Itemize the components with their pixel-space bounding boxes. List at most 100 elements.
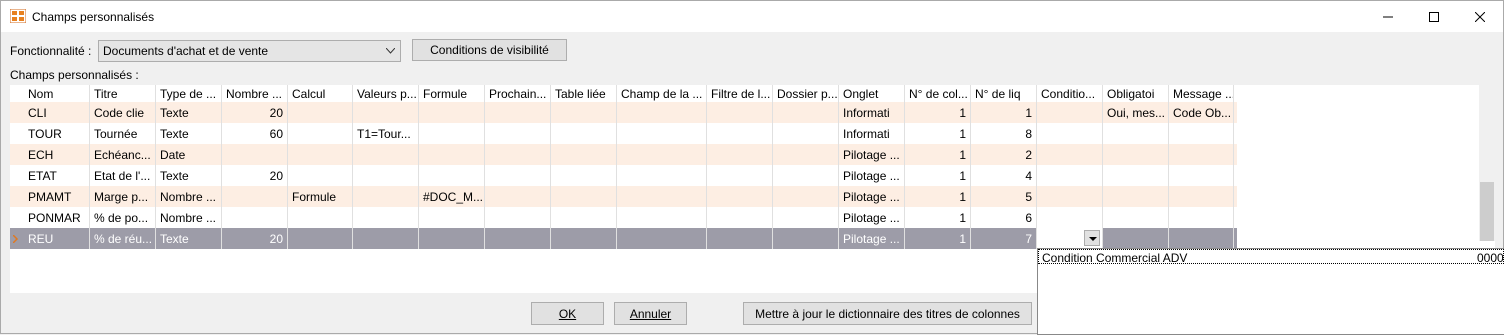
table-cell[interactable] [707, 186, 773, 207]
table-cell[interactable]: PMAMT [24, 186, 90, 207]
vertical-scrollbar[interactable] [1479, 85, 1495, 241]
table-cell[interactable]: 60 [222, 123, 288, 144]
table-cell[interactable] [485, 102, 551, 123]
table-cell[interactable]: 1 [971, 102, 1037, 123]
table-cell[interactable] [773, 207, 839, 228]
table-cell[interactable] [419, 102, 485, 123]
table-cell[interactable] [353, 228, 419, 249]
table-cell[interactable] [419, 144, 485, 165]
table-cell[interactable] [1037, 102, 1103, 123]
table-cell[interactable] [1169, 207, 1234, 228]
table-cell[interactable] [773, 102, 839, 123]
table-cell[interactable] [485, 123, 551, 144]
table-cell[interactable] [1103, 186, 1169, 207]
table-cell[interactable]: Texte [156, 165, 222, 186]
table-cell[interactable]: Pilotage ... [839, 144, 905, 165]
table-cell[interactable] [419, 165, 485, 186]
table-cell[interactable] [353, 102, 419, 123]
table-cell[interactable] [1103, 123, 1169, 144]
table-cell[interactable] [419, 207, 485, 228]
column-header[interactable]: Calcul [288, 85, 353, 102]
table-cell[interactable]: Code Ob... [1169, 102, 1234, 123]
table-cell[interactable] [288, 228, 353, 249]
column-header[interactable]: Champ de la ... [617, 85, 707, 102]
table-cell[interactable] [353, 165, 419, 186]
table-cell[interactable] [707, 102, 773, 123]
table-cell[interactable] [1103, 207, 1169, 228]
table-cell[interactable] [222, 186, 288, 207]
table-cell[interactable]: 8 [971, 123, 1037, 144]
column-header[interactable]: Valeurs p... [353, 85, 419, 102]
ok-button[interactable]: OK [531, 302, 604, 325]
table-cell[interactable]: 4 [971, 165, 1037, 186]
table-cell[interactable]: Code clie [90, 102, 156, 123]
close-icon[interactable] [1457, 1, 1503, 32]
table-cell[interactable] [551, 144, 617, 165]
table-cell[interactable] [707, 165, 773, 186]
table-cell[interactable]: ETAT [24, 165, 90, 186]
table-cell[interactable] [485, 186, 551, 207]
fonctionnalite-select[interactable]: Documents d'achat et de vente [98, 40, 401, 62]
column-header[interactable]: N° de col... [905, 85, 971, 102]
table-cell[interactable] [1169, 144, 1234, 165]
table-cell[interactable]: 7 [971, 228, 1037, 249]
table-row[interactable]: CLI Code clie Texte 20 Informati 1 1 Oui, mes..… [10, 102, 1237, 123]
table-cell[interactable] [1037, 228, 1103, 249]
table-cell[interactable] [773, 228, 839, 249]
table-cell[interactable]: 2 [971, 144, 1037, 165]
table-cell[interactable] [617, 228, 707, 249]
table-cell[interactable]: 1 [905, 123, 971, 144]
table-cell[interactable]: 1 [905, 186, 971, 207]
table-cell[interactable] [1169, 165, 1234, 186]
table-cell[interactable] [1103, 144, 1169, 165]
table-row[interactable]: TOUR Tournée Texte 60 T1=Tour... Informati 1 8 [10, 123, 1237, 144]
cancel-button[interactable]: Annuler [614, 302, 687, 325]
table-cell[interactable] [617, 102, 707, 123]
table-cell[interactable]: Pilotage ... [839, 186, 905, 207]
table-cell[interactable]: #DOC_M... [419, 186, 485, 207]
table-cell[interactable]: Echéanc... [90, 144, 156, 165]
table-cell[interactable] [617, 123, 707, 144]
table-cell[interactable] [419, 228, 485, 249]
column-header[interactable]: Formule [419, 85, 485, 102]
table-cell[interactable] [485, 165, 551, 186]
table-cell[interactable]: Texte [156, 102, 222, 123]
table-cell[interactable]: Texte [156, 228, 222, 249]
column-header[interactable]: Prochain... [485, 85, 551, 102]
scroll-thumb[interactable] [1480, 182, 1494, 241]
table-cell[interactable] [353, 144, 419, 165]
table-cell[interactable]: TOUR [24, 123, 90, 144]
table-cell[interactable]: Informati [839, 102, 905, 123]
table-cell[interactable] [551, 228, 617, 249]
table-cell[interactable] [485, 207, 551, 228]
table-cell[interactable]: Informati [839, 123, 905, 144]
table-cell[interactable] [288, 123, 353, 144]
table-row[interactable]: PMAMT Marge p... Nombre ... Formule #DOC_M..… [10, 186, 1237, 207]
table-cell[interactable] [1037, 123, 1103, 144]
table-cell[interactable]: T1=Tour... [353, 123, 419, 144]
column-header[interactable]: Nom [24, 85, 90, 102]
table-cell[interactable] [707, 207, 773, 228]
table-cell[interactable] [485, 144, 551, 165]
column-header[interactable]: Dossier p... [773, 85, 839, 102]
table-cell[interactable] [288, 102, 353, 123]
table-cell[interactable] [1103, 165, 1169, 186]
table-cell[interactable]: ECH [24, 144, 90, 165]
table-cell[interactable]: 20 [222, 165, 288, 186]
table-cell[interactable] [288, 207, 353, 228]
table-cell[interactable]: Pilotage ... [839, 165, 905, 186]
table-cell[interactable]: 20 [222, 228, 288, 249]
table-cell[interactable]: 5 [971, 186, 1037, 207]
table-cell[interactable]: Tournée [90, 123, 156, 144]
table-cell[interactable]: Marge p... [90, 186, 156, 207]
table-cell[interactable] [551, 165, 617, 186]
table-cell[interactable]: CLI [24, 102, 90, 123]
column-header[interactable]: Nombre ... [222, 85, 288, 102]
table-cell[interactable] [1037, 165, 1103, 186]
table-cell[interactable]: Nombre ... [156, 186, 222, 207]
table-cell[interactable]: Date [156, 144, 222, 165]
table-cell[interactable] [353, 186, 419, 207]
column-header[interactable]: Message ... [1169, 85, 1234, 102]
table-cell[interactable]: Oui, mes... [1103, 102, 1169, 123]
update-dictionary-button[interactable]: Mettre à jour le dictionnaire des titres… [743, 302, 1032, 325]
